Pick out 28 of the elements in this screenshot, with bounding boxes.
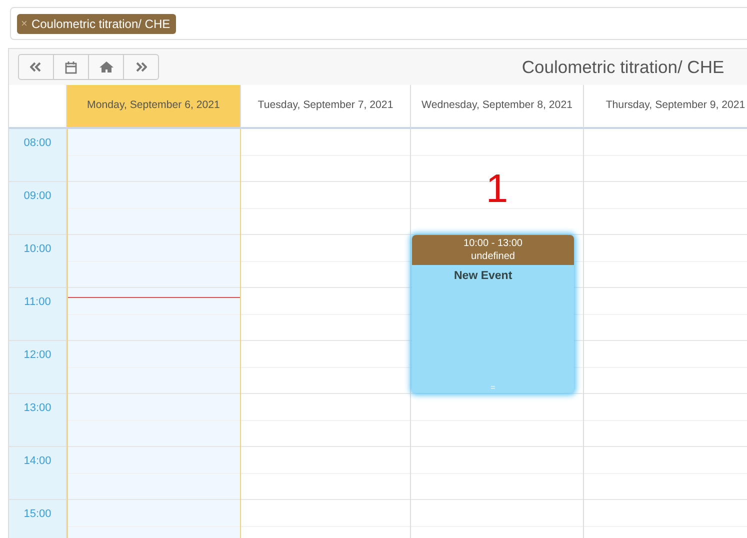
day-header: Tuesday, September 7, 2021 (241, 85, 411, 129)
today-button[interactable] (88, 54, 124, 80)
home-icon (98, 61, 114, 73)
day-header: Monday, September 6, 2021 (67, 85, 241, 129)
day-header: Wednesday, September 8, 2021 (411, 85, 584, 129)
calendar-title: Coulometric titration/ CHE (520, 56, 726, 78)
day-header: Thursday, September 9, 2021 (584, 85, 747, 129)
previous-button[interactable] (18, 54, 54, 80)
next-button[interactable] (123, 54, 159, 80)
time-label: 10:00 (9, 235, 66, 288)
date-picker-button[interactable] (53, 54, 89, 80)
tag-label: Coulometric titration/ CHE (31, 16, 170, 30)
event-time: 10:00 - 13:00 (464, 237, 522, 250)
double-chevron-left-icon (30, 62, 42, 72)
filter-field[interactable]: × Coulometric titration/ CHE (10, 7, 747, 40)
time-label: 15:00 (9, 500, 66, 538)
calendar-event[interactable]: 10:00 - 13:00 undefined New Event = (412, 235, 574, 393)
time-label: 08:00 (9, 129, 66, 182)
event-subtitle: undefined (471, 250, 515, 263)
time-label: 13:00 (9, 394, 66, 447)
time-label: 11:00 (9, 288, 66, 341)
time-label: 09:00 (9, 182, 66, 235)
time-label: 12:00 (9, 341, 66, 394)
day-marker: 1 (486, 169, 508, 209)
double-chevron-right-icon (135, 62, 147, 72)
event-title: New Event (453, 269, 514, 282)
time-label: 14:00 (9, 447, 66, 500)
calendar-icon (65, 60, 77, 74)
